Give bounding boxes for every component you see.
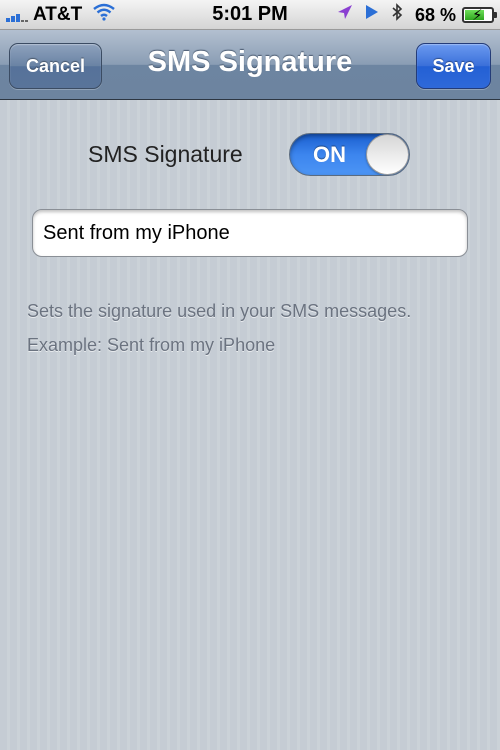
toggle-label: SMS Signature <box>88 141 243 167</box>
status-right: 68 % ⚡ <box>325 3 497 27</box>
switch-state-label: ON <box>313 142 346 167</box>
signature-input[interactable] <box>32 209 468 257</box>
location-icon <box>337 4 353 26</box>
switch-knob[interactable] <box>366 134 409 175</box>
battery-percent: 68 % <box>414 4 456 25</box>
charging-bolt-icon: ⚡ <box>472 7 483 24</box>
status-bar: AT&T 5:01 PM 68 % ⚡ <box>0 0 500 30</box>
sms-signature-toggle-row: SMS Signature ON <box>0 133 500 177</box>
example-text: Example: Sent from my iPhone <box>27 335 276 355</box>
description-text: Sets the signature used in your SMS mess… <box>27 301 412 321</box>
battery-icon: ⚡ <box>462 7 497 24</box>
navigation-bar: Cancel SMS Signature Save <box>0 30 500 100</box>
play-icon <box>365 4 379 26</box>
bluetooth-icon <box>391 3 403 27</box>
save-button[interactable]: Save <box>416 43 491 89</box>
sms-signature-switch[interactable]: ON <box>289 133 410 176</box>
